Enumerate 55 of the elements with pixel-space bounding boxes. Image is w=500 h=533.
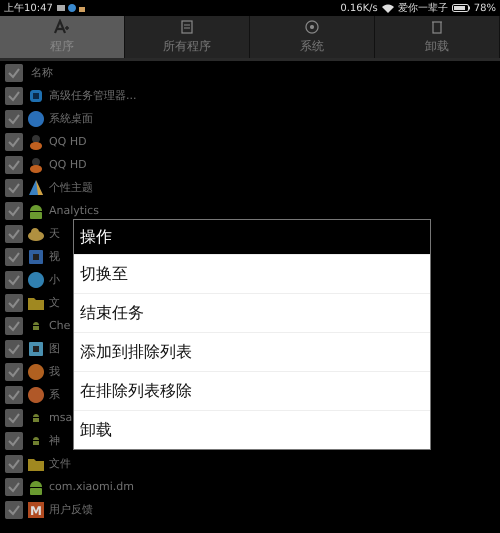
checkbox[interactable] bbox=[5, 316, 23, 334]
battery-icon bbox=[452, 4, 470, 12]
checkbox[interactable] bbox=[5, 340, 23, 358]
circle-icon bbox=[68, 4, 76, 12]
checkbox[interactable] bbox=[5, 202, 23, 220]
tab[interactable]: 卸载 bbox=[375, 16, 500, 58]
checkbox[interactable] bbox=[5, 64, 23, 82]
checkbox[interactable] bbox=[5, 294, 23, 312]
app-name[interactable]: 系統桌面 bbox=[49, 111, 93, 126]
battery-level: 78% bbox=[474, 2, 496, 14]
app-name[interactable]: 用户反馈 bbox=[49, 502, 93, 517]
checkbox[interactable] bbox=[5, 454, 23, 472]
checkbox[interactable] bbox=[5, 500, 23, 518]
app-name[interactable]: 系 bbox=[49, 387, 60, 402]
letter-icon: M bbox=[27, 500, 45, 518]
app-name[interactable]: 高级任务管理器... bbox=[49, 88, 136, 103]
disc-icon bbox=[303, 19, 321, 35]
app-name[interactable]: 文 bbox=[49, 295, 60, 310]
app-name[interactable]: 神 bbox=[49, 433, 60, 448]
checkbox[interactable] bbox=[5, 432, 23, 450]
network-speed: 0.16K/s bbox=[340, 2, 378, 14]
wifi-icon bbox=[382, 4, 394, 12]
tab[interactable]: 系统 bbox=[250, 16, 375, 58]
app-name[interactable]: QQ HD bbox=[49, 135, 87, 148]
app-name[interactable]: 我 bbox=[49, 364, 60, 379]
app-name[interactable]: Che bbox=[49, 319, 70, 332]
app-name[interactable]: 小 bbox=[49, 272, 60, 287]
checkbox[interactable] bbox=[5, 270, 23, 288]
checkbox[interactable] bbox=[5, 248, 23, 266]
app-name[interactable]: com.xiaomi.dm bbox=[49, 480, 134, 493]
app-name[interactable]: 视 bbox=[49, 249, 60, 264]
font-icon bbox=[53, 19, 71, 35]
dialog-title: 操作 bbox=[74, 220, 430, 254]
checkbox[interactable] bbox=[5, 132, 23, 150]
column-header: 名称 bbox=[31, 65, 53, 80]
app-name[interactable]: 天 bbox=[49, 226, 60, 241]
app-name[interactable]: 文件 bbox=[49, 456, 71, 471]
checkbox[interactable] bbox=[5, 478, 23, 496]
checkbox[interactable] bbox=[5, 408, 23, 426]
tab[interactable]: 所有程序 bbox=[125, 16, 250, 58]
network-name: 爱你一辈子 bbox=[398, 2, 448, 15]
checkbox[interactable] bbox=[5, 178, 23, 196]
checkbox[interactable] bbox=[5, 362, 23, 380]
app-name[interactable]: 图 bbox=[49, 341, 60, 356]
app-name[interactable]: msa bbox=[49, 411, 72, 424]
clock: 上午10:47 bbox=[4, 2, 53, 15]
checkbox[interactable] bbox=[5, 86, 23, 104]
app-name[interactable]: Analytics bbox=[49, 204, 99, 217]
checkbox[interactable] bbox=[5, 110, 23, 128]
app-name[interactable]: QQ HD bbox=[49, 158, 87, 171]
app-name[interactable]: 个性主题 bbox=[49, 180, 93, 195]
message-icon bbox=[56, 5, 65, 11]
checkbox[interactable] bbox=[5, 224, 23, 242]
checkbox[interactable] bbox=[5, 156, 23, 174]
checkbox[interactable] bbox=[5, 386, 23, 404]
